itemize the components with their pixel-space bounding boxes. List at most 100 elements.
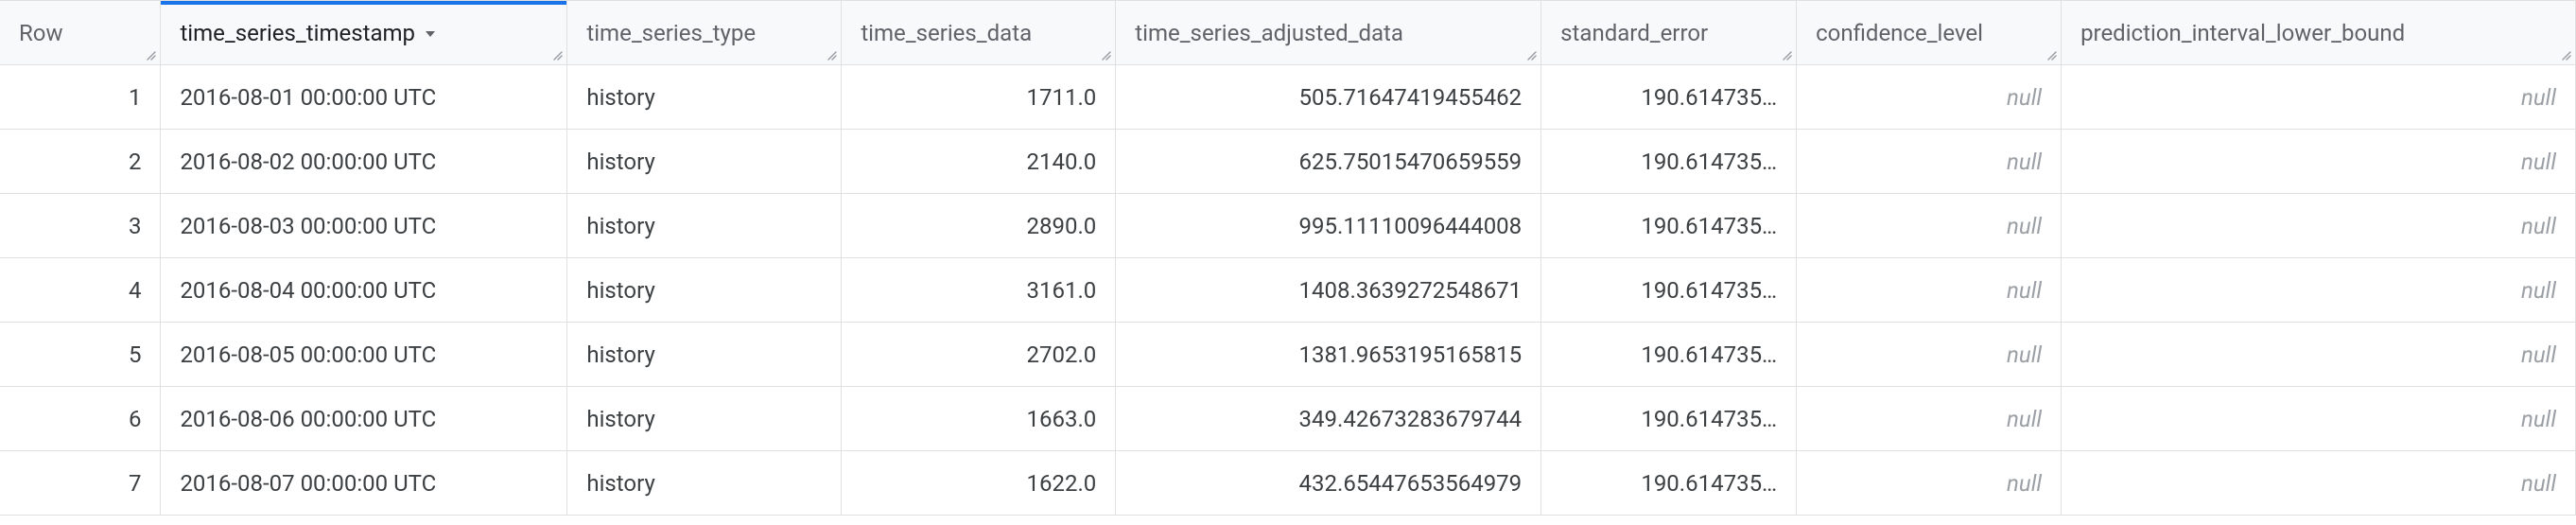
null-value: null xyxy=(2007,341,2042,368)
null-value: null xyxy=(2007,213,2042,239)
cell-time_series_timestamp: 2016-08-07 00:00:00 UTC xyxy=(161,451,567,516)
header-row: Row time_series_timestamp time_series_type… xyxy=(0,1,2576,65)
null-value: null xyxy=(2007,470,2042,497)
column-label: Row xyxy=(19,20,63,46)
null-value: null xyxy=(2007,84,2042,111)
cell-time_series_data: 1711.0 xyxy=(842,65,1116,130)
column-resize-handle[interactable] xyxy=(1781,49,1794,62)
cell-confidence_level: null xyxy=(1797,451,2062,516)
column-header-prediction_interval_lower_bound[interactable]: prediction_interval_lower_bound xyxy=(2062,1,2576,65)
null-value: null xyxy=(2521,341,2556,368)
table-header: Row time_series_timestamp time_series_type… xyxy=(0,1,2576,65)
cell-time_series_data: 2140.0 xyxy=(842,130,1116,194)
cell-prediction_interval_lower_bound: null xyxy=(2062,65,2576,130)
cell-prediction_interval_lower_bound: null xyxy=(2062,387,2576,451)
cell-row: 7 xyxy=(0,451,161,516)
cell-time_series_data: 2890.0 xyxy=(842,194,1116,258)
cell-time_series_type: history xyxy=(567,323,842,387)
column-resize-handle[interactable] xyxy=(1100,49,1113,62)
column-header-confidence_level[interactable]: confidence_level xyxy=(1797,1,2062,65)
cell-row: 1 xyxy=(0,65,161,130)
sort-descending-icon xyxy=(423,26,438,42)
null-value: null xyxy=(2521,149,2556,175)
cell-time_series_adjusted_data: 995.11110096444008 xyxy=(1116,194,1541,258)
cell-time_series_type: history xyxy=(567,194,842,258)
cell-confidence_level: null xyxy=(1797,194,2062,258)
null-value: null xyxy=(2521,406,2556,432)
cell-time_series_timestamp: 2016-08-04 00:00:00 UTC xyxy=(161,258,567,323)
null-value: null xyxy=(2521,84,2556,111)
table-body: 12016-08-01 00:00:00 UTChistory1711.0505… xyxy=(0,65,2576,516)
table-row[interactable]: 32016-08-03 00:00:00 UTChistory2890.0995… xyxy=(0,194,2576,258)
cell-time_series_type: history xyxy=(567,258,842,323)
cell-standard_error: 190.614735… xyxy=(1541,451,1797,516)
null-value: null xyxy=(2521,277,2556,304)
null-value: null xyxy=(2007,149,2042,175)
column-resize-handle[interactable] xyxy=(826,49,839,62)
cell-time_series_type: history xyxy=(567,451,842,516)
cell-confidence_level: null xyxy=(1797,323,2062,387)
cell-row: 4 xyxy=(0,258,161,323)
cell-prediction_interval_lower_bound: null xyxy=(2062,194,2576,258)
cell-prediction_interval_lower_bound: null xyxy=(2062,258,2576,323)
table-row[interactable]: 62016-08-06 00:00:00 UTChistory1663.0349… xyxy=(0,387,2576,451)
cell-prediction_interval_lower_bound: null xyxy=(2062,130,2576,194)
cell-confidence_level: null xyxy=(1797,130,2062,194)
cell-time_series_timestamp: 2016-08-05 00:00:00 UTC xyxy=(161,323,567,387)
column-label: time_series_data xyxy=(861,20,1032,46)
table-row[interactable]: 12016-08-01 00:00:00 UTChistory1711.0505… xyxy=(0,65,2576,130)
cell-time_series_adjusted_data: 1408.3639272548671 xyxy=(1116,258,1541,323)
cell-time_series_timestamp: 2016-08-06 00:00:00 UTC xyxy=(161,387,567,451)
column-label: time_series_type xyxy=(586,20,756,46)
column-header-time_series_adjusted_data[interactable]: time_series_adjusted_data xyxy=(1116,1,1541,65)
column-header-time_series_timestamp[interactable]: time_series_timestamp xyxy=(161,1,567,65)
column-header-time_series_data[interactable]: time_series_data xyxy=(842,1,1116,65)
column-resize-handle[interactable] xyxy=(2045,49,2059,62)
column-resize-handle[interactable] xyxy=(1525,49,1539,62)
cell-time_series_adjusted_data: 505.71647419455462 xyxy=(1116,65,1541,130)
column-label: time_series_timestamp xyxy=(180,20,415,46)
cell-confidence_level: null xyxy=(1797,65,2062,130)
cell-time_series_data: 2702.0 xyxy=(842,323,1116,387)
cell-time_series_data: 1622.0 xyxy=(842,451,1116,516)
table-row[interactable]: 52016-08-05 00:00:00 UTChistory2702.0138… xyxy=(0,323,2576,387)
cell-row: 6 xyxy=(0,387,161,451)
cell-prediction_interval_lower_bound: null xyxy=(2062,323,2576,387)
cell-row: 5 xyxy=(0,323,161,387)
null-value: null xyxy=(2521,470,2556,497)
cell-time_series_adjusted_data: 625.75015470659559 xyxy=(1116,130,1541,194)
cell-time_series_type: history xyxy=(567,387,842,451)
column-label: time_series_adjusted_data xyxy=(1135,20,1403,46)
null-value: null xyxy=(2521,213,2556,239)
cell-standard_error: 190.614735… xyxy=(1541,323,1797,387)
null-value: null xyxy=(2007,277,2042,304)
table-row[interactable]: 22016-08-02 00:00:00 UTChistory2140.0625… xyxy=(0,130,2576,194)
cell-time_series_timestamp: 2016-08-02 00:00:00 UTC xyxy=(161,130,567,194)
table-row[interactable]: 42016-08-04 00:00:00 UTChistory3161.0140… xyxy=(0,258,2576,323)
column-resize-handle[interactable] xyxy=(2560,49,2573,62)
cell-time_series_timestamp: 2016-08-01 00:00:00 UTC xyxy=(161,65,567,130)
cell-time_series_data: 1663.0 xyxy=(842,387,1116,451)
column-label: standard_error xyxy=(1560,20,1708,46)
column-header-standard_error[interactable]: standard_error xyxy=(1541,1,1797,65)
cell-time_series_adjusted_data: 349.42673283679744 xyxy=(1116,387,1541,451)
column-header-row[interactable]: Row xyxy=(0,1,161,65)
cell-standard_error: 190.614735… xyxy=(1541,387,1797,451)
cell-time_series_adjusted_data: 1381.9653195165815 xyxy=(1116,323,1541,387)
column-header-time_series_type[interactable]: time_series_type xyxy=(567,1,842,65)
results-table: Row time_series_timestamp time_series_type… xyxy=(0,0,2576,516)
cell-time_series_timestamp: 2016-08-03 00:00:00 UTC xyxy=(161,194,567,258)
null-value: null xyxy=(2007,406,2042,432)
cell-standard_error: 190.614735… xyxy=(1541,130,1797,194)
column-label: prediction_interval_lower_bound xyxy=(2080,20,2405,46)
column-resize-handle[interactable] xyxy=(145,49,158,62)
cell-standard_error: 190.614735… xyxy=(1541,258,1797,323)
cell-time_series_type: history xyxy=(567,65,842,130)
cell-row: 2 xyxy=(0,130,161,194)
cell-row: 3 xyxy=(0,194,161,258)
table-row[interactable]: 72016-08-07 00:00:00 UTChistory1622.0432… xyxy=(0,451,2576,516)
column-label: confidence_level xyxy=(1816,20,1983,46)
cell-time_series_type: history xyxy=(567,130,842,194)
cell-confidence_level: null xyxy=(1797,387,2062,451)
column-resize-handle[interactable] xyxy=(551,49,565,62)
